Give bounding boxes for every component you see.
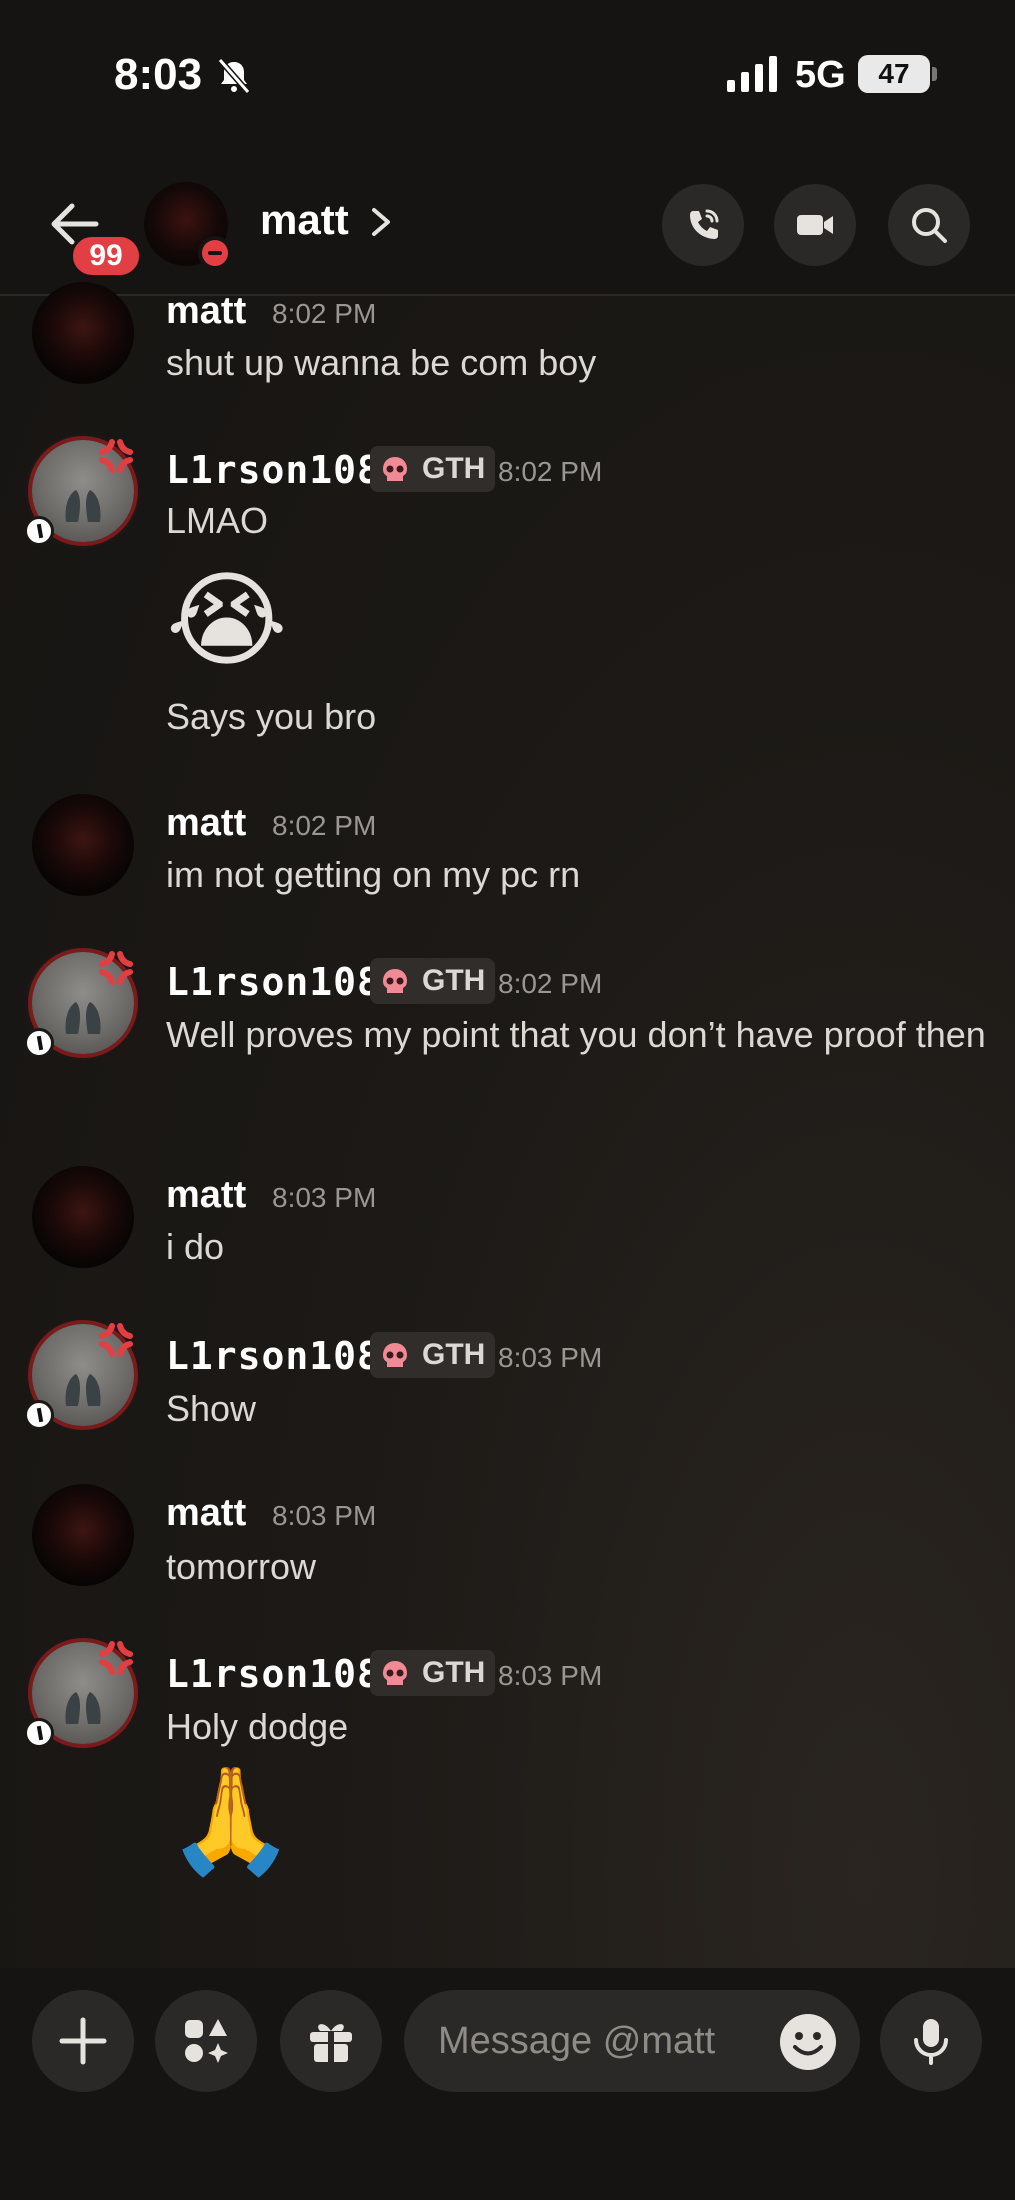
plus-icon [59, 2017, 107, 2065]
timestamp: 8:02 PM [498, 968, 603, 999]
apps-shapes-icon [185, 2019, 228, 2063]
message-text: i do [166, 1226, 225, 1267]
dnd-status-icon [198, 236, 232, 270]
anger-symbol-icon [99, 1641, 133, 1675]
add-attachment-button[interactable] [32, 1990, 134, 2092]
guild-tag-label: GTH [422, 1656, 486, 1689]
guild-tag[interactable]: GTH [370, 1332, 496, 1378]
status-bar: 8:03 5G 47 [0, 0, 1015, 150]
chevron-right-icon[interactable] [366, 202, 396, 242]
guild-tag-label: GTH [422, 1338, 486, 1371]
avatar[interactable] [32, 1484, 134, 1586]
gift-icon [310, 2024, 352, 2062]
folded-hands-emoji: 🙏 [166, 1759, 296, 1881]
shoes-image [65, 1692, 101, 1724]
message-text: im not getting on my pc rn [166, 854, 581, 895]
voice-call-button[interactable] [662, 184, 744, 266]
message-text: shut up wanna be com boy [166, 342, 597, 383]
chat-background [0, 0, 1015, 2200]
author-name[interactable]: matt [166, 802, 246, 845]
skull-icon [383, 969, 407, 993]
anger-symbol-icon [99, 439, 133, 473]
anger-symbol-icon [99, 1323, 133, 1357]
video-call-button[interactable] [774, 184, 856, 266]
channel-title[interactable]: matt [260, 196, 349, 244]
network-type: 5G [795, 54, 846, 96]
voice-message-button[interactable] [880, 1990, 982, 2092]
idle-status-icon [24, 1028, 54, 1058]
timestamp: 8:02 PM [498, 456, 603, 487]
message-text: Holy dodge [166, 1706, 349, 1747]
shoes-image [65, 1374, 101, 1406]
message-text: Well proves my point that you don’t have… [166, 1014, 986, 1055]
message-composer-bar: Message @matt [0, 1968, 1015, 2200]
timestamp: 8:03 PM [498, 1342, 603, 1373]
timestamp: 8:03 PM [272, 1500, 377, 1531]
unread-badge: 99 [70, 234, 142, 278]
author-name[interactable]: L1rson108 [166, 1652, 381, 1696]
message-text: Says you bro [166, 696, 377, 737]
message-text: Show [166, 1388, 257, 1429]
idle-status-icon [24, 1400, 54, 1430]
idle-status-icon [24, 1718, 54, 1748]
message-text: tomorrow [166, 1546, 317, 1587]
timestamp: 8:02 PM [272, 810, 377, 841]
video-camera-icon [797, 215, 833, 235]
author-name[interactable]: L1rson108 [166, 960, 381, 1004]
battery-indicator: 47 [858, 55, 930, 93]
loudly-crying-emoji: 😭 [166, 559, 288, 681]
timestamp: 8:03 PM [498, 1660, 603, 1691]
author-name[interactable]: matt [166, 1174, 246, 1217]
guild-tag[interactable]: GTH [370, 1650, 496, 1696]
message-input-placeholder: Message @matt [438, 2020, 716, 2062]
author-name[interactable]: L1rson108 [166, 448, 381, 492]
timestamp: 8:03 PM [272, 1182, 377, 1213]
guild-tag[interactable]: GTH [370, 958, 496, 1004]
avatar[interactable] [32, 282, 134, 384]
idle-status-icon [24, 516, 54, 546]
message-input[interactable]: Message @matt [404, 1990, 860, 2092]
message-text: LMAO [166, 500, 269, 541]
skull-icon [383, 1661, 407, 1685]
cellular-signal-icon [727, 56, 777, 92]
chat-header: 99 matt [0, 150, 1015, 296]
apps-button[interactable] [155, 1990, 257, 2092]
phone-icon [690, 209, 719, 239]
search-button[interactable] [888, 184, 970, 266]
author-name[interactable]: matt [166, 1492, 246, 1535]
guild-tag-label: GTH [422, 452, 486, 485]
search-icon [912, 208, 947, 243]
avatar[interactable] [32, 794, 134, 896]
timestamp: 8:02 PM [272, 298, 377, 329]
author-name[interactable]: matt [166, 290, 246, 333]
anger-symbol-icon [99, 951, 133, 985]
skull-icon [383, 1343, 407, 1367]
microphone-icon [914, 2019, 948, 2065]
bell-muted-icon [217, 58, 251, 94]
shoes-image [65, 1002, 101, 1034]
battery-tip [932, 67, 937, 81]
guild-tag-label: GTH [422, 964, 486, 997]
author-name[interactable]: L1rson108 [166, 1334, 381, 1378]
guild-tag[interactable]: GTH [370, 446, 496, 492]
avatar[interactable] [32, 1166, 134, 1268]
gift-button[interactable] [280, 1990, 382, 2092]
status-time: 8:03 [114, 50, 203, 99]
shoes-image [65, 490, 101, 522]
emoji-picker-icon[interactable] [778, 2012, 838, 2072]
skull-icon [383, 457, 407, 481]
